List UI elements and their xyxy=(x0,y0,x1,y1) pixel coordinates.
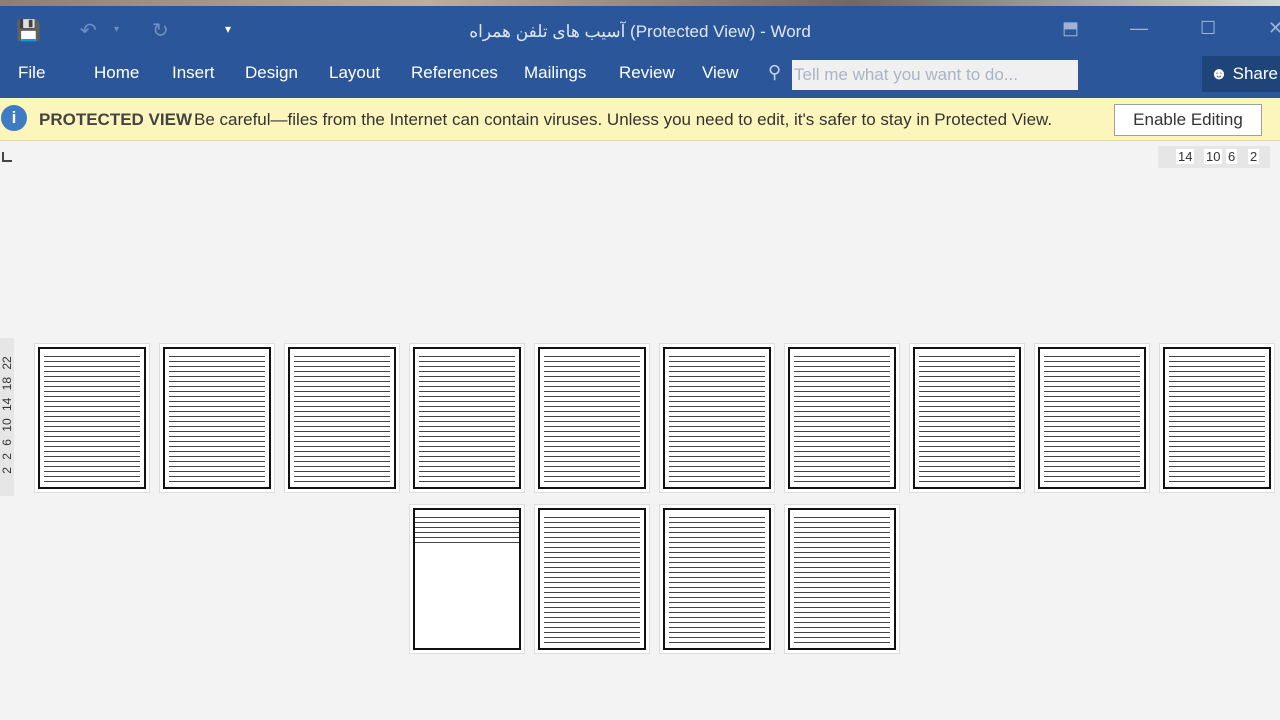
info-icon: i xyxy=(1,105,27,131)
title-bar: 💾 ↶ ▾ ↻ ▾ آسیب های تلفن همراه (Protected… xyxy=(0,6,1280,98)
page-thumbnail[interactable] xyxy=(784,504,900,654)
ruler-tick: 14 xyxy=(1176,149,1195,164)
protected-view-label: PROTECTED VIEW xyxy=(39,110,193,129)
page-thumbnail[interactable] xyxy=(284,343,400,493)
tab-view[interactable]: View xyxy=(702,63,739,83)
page-thumbnail[interactable] xyxy=(1159,343,1275,493)
page-border xyxy=(38,347,146,489)
page-thumbnail[interactable] xyxy=(1034,343,1150,493)
horizontal-ruler[interactable]: 14 10 6 2 xyxy=(1158,146,1270,168)
protected-view-bar: i PROTECTED VIEW Be careful—files from t… xyxy=(0,98,1280,141)
close-icon[interactable]: ✕ xyxy=(1268,18,1280,39)
tab-review[interactable]: Review xyxy=(619,63,675,83)
vertical-ruler-ticks: 2 2 6 10 14 18 22 xyxy=(0,356,14,474)
enable-editing-button[interactable]: Enable Editing xyxy=(1114,104,1262,136)
minimize-icon[interactable]: — xyxy=(1130,18,1148,39)
ruler-tick: 10 xyxy=(1204,149,1223,164)
ribbon-display-options-icon[interactable]: ⬒ xyxy=(1062,18,1079,39)
person-add-icon: ☻ xyxy=(1210,64,1233,83)
tab-file[interactable]: File xyxy=(18,63,45,83)
share-label: Share xyxy=(1232,64,1278,83)
maximize-icon[interactable]: ☐ xyxy=(1200,18,1216,39)
tab-mailings[interactable]: Mailings xyxy=(524,63,586,83)
ruler-tick: 2 xyxy=(1248,149,1260,164)
tab-design[interactable]: Design xyxy=(245,63,298,83)
page-border xyxy=(1038,347,1146,489)
tab-layout[interactable]: Layout xyxy=(329,63,380,83)
page-border xyxy=(788,508,896,650)
page-thumbnail[interactable] xyxy=(409,504,525,654)
page-thumbnail[interactable] xyxy=(659,343,775,493)
lightbulb-icon: ⚲ xyxy=(768,62,782,82)
share-button[interactable]: ☻ Share xyxy=(1202,56,1280,92)
page-border xyxy=(913,347,1021,489)
window-title: آسیب های تلفن همراه (Protected View) - W… xyxy=(469,22,811,41)
tell-me-input[interactable]: Tell me what you want to do... xyxy=(792,60,1078,90)
page-thumbnail[interactable] xyxy=(159,343,275,493)
page-border xyxy=(538,347,646,489)
page-thumbnail[interactable] xyxy=(409,343,525,493)
tab-references[interactable]: References xyxy=(411,63,498,83)
page-border xyxy=(1163,347,1271,489)
page-thumbnail[interactable] xyxy=(909,343,1025,493)
page-border xyxy=(288,347,396,489)
tab-home[interactable]: Home xyxy=(94,63,139,83)
page-border xyxy=(413,508,521,650)
page-thumbnail[interactable] xyxy=(534,504,650,654)
page-border xyxy=(663,347,771,489)
page-border xyxy=(663,508,771,650)
tab-selector-icon[interactable] xyxy=(2,152,12,162)
page-thumbnail[interactable] xyxy=(659,504,775,654)
page-border xyxy=(413,347,521,489)
page-thumbnail[interactable] xyxy=(34,343,150,493)
page-border xyxy=(538,508,646,650)
tab-insert[interactable]: Insert xyxy=(172,63,215,83)
ruler-tick: 6 xyxy=(1226,149,1238,164)
page-thumbnail[interactable] xyxy=(534,343,650,493)
page-border xyxy=(163,347,271,489)
protected-view-message: Be careful—files from the Internet can c… xyxy=(194,110,1053,129)
page-thumbnail[interactable] xyxy=(784,343,900,493)
vertical-ruler[interactable]: 2 2 6 10 14 18 22 xyxy=(0,338,14,496)
page-border xyxy=(788,347,896,489)
